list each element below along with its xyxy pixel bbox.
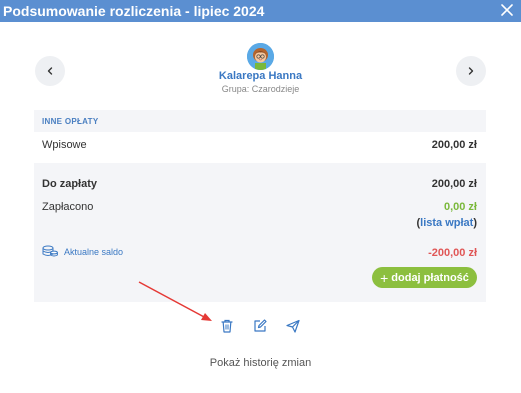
payments-list-link[interactable]: lista wpłat xyxy=(420,217,473,229)
paren-close: ) xyxy=(473,217,477,229)
section-label-other-fees: INNE OPŁATY xyxy=(42,117,99,126)
balance-value: -200,00 zł xyxy=(428,247,477,259)
due-value: 200,00 zł xyxy=(431,178,477,190)
other-fees-section xyxy=(34,132,486,163)
fee-value: 200,00 zł xyxy=(431,139,477,151)
add-payment-button[interactable]: + dodaj płatność xyxy=(372,267,477,288)
dialog-titlebar: Podsumowanie rozliczenia - lipiec 2024 xyxy=(0,0,521,22)
paid-label: Zapłacono xyxy=(42,201,94,213)
close-icon[interactable] xyxy=(499,2,515,18)
plus-icon: + xyxy=(380,269,389,286)
add-payment-label: dodaj płatność xyxy=(391,271,469,284)
show-history-link[interactable]: Pokaż historię zmian xyxy=(0,357,521,369)
dialog-title: Podsumowanie rozliczenia - lipiec 2024 xyxy=(3,3,265,19)
student-group: Grupa: Czarodzieje xyxy=(221,84,300,94)
balance-label: Aktualne saldo xyxy=(64,246,124,257)
current-balance-link[interactable]: Aktualne saldo xyxy=(42,245,123,258)
coins-icon xyxy=(42,245,58,257)
paid-value: 0,00 zł xyxy=(443,201,477,213)
send-icon[interactable] xyxy=(285,318,301,334)
student-avatar xyxy=(247,43,274,70)
student-name: Kalarepa Hanna xyxy=(218,70,303,82)
edit-icon[interactable] xyxy=(252,318,268,334)
payments-list: (lista wpłat) xyxy=(416,217,477,229)
due-label: Do zapłaty xyxy=(42,178,98,190)
fee-label: Wpisowe xyxy=(42,139,87,151)
trash-icon[interactable] xyxy=(219,318,235,334)
